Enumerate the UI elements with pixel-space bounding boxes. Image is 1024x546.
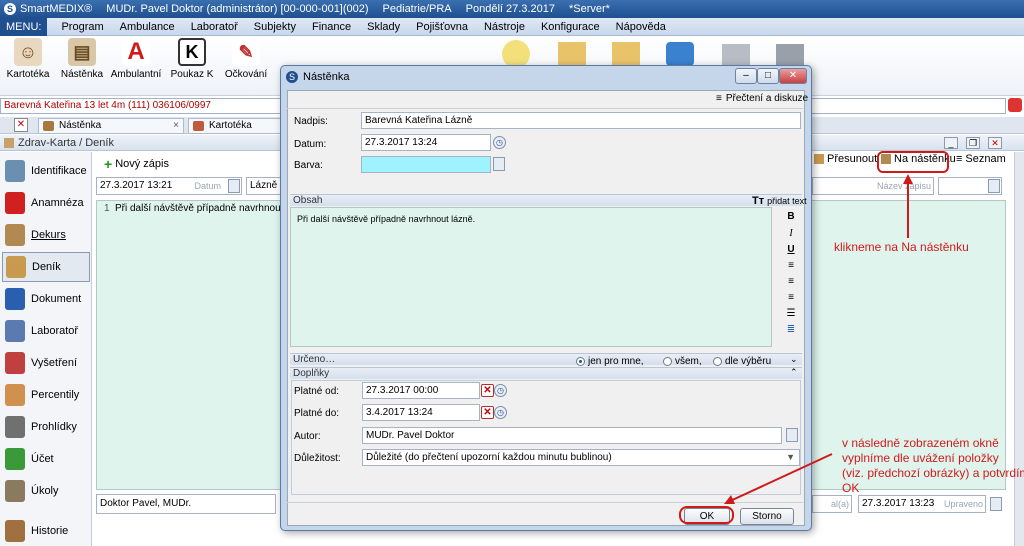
annotation-click-board: klikneme na Na nástěnku [834,240,969,254]
annotation-fill-3: (viz. předchozí obrázky) a potvrdíme [842,466,1024,480]
annotation-fill-1: v následně zobrazeném okně [842,436,999,450]
arrow-up-head [903,174,913,184]
annotation-fill-4: OK [842,481,860,495]
arrow-ok-line [727,453,833,503]
annotation-fill-2: vyplníme dle uvážení položky [842,451,999,465]
